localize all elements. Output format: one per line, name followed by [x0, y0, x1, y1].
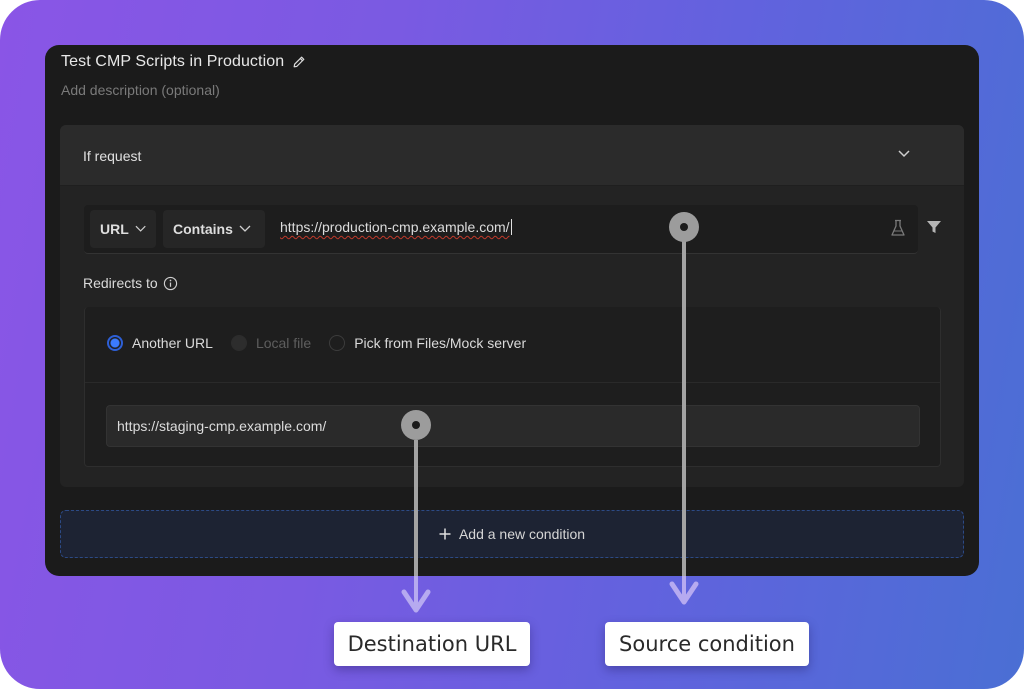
source-pointer-head — [669, 212, 699, 242]
source-pointer-line — [682, 240, 686, 576]
rule-editor-panel: Test CMP Scripts in Production Add descr… — [45, 45, 979, 576]
description-input[interactable]: Add description (optional) — [61, 82, 220, 98]
destination-pointer-line — [414, 440, 418, 576]
radio-label: Local file — [255, 335, 312, 351]
match-operator-value: Contains — [173, 221, 233, 237]
radio-pick-from-files[interactable]: Pick from Files/Mock server — [329, 335, 526, 351]
plus-icon — [439, 528, 451, 540]
beaker-icon[interactable] — [890, 219, 906, 237]
radio-local-file[interactable]: Local file — [230, 335, 312, 351]
radio-label: Pick from Files/Mock server — [354, 335, 527, 351]
arrow-down-icon — [669, 580, 699, 605]
redirects-to-text: Redirects to — [83, 275, 158, 291]
info-icon[interactable] — [163, 276, 178, 291]
source-url-input[interactable]: https://production-cmp.example.com/ — [280, 219, 512, 235]
if-request-label: If request — [83, 148, 142, 164]
rule-title-row: Test CMP Scripts in Production — [61, 53, 306, 71]
match-field-select[interactable]: URL — [90, 210, 156, 248]
radio-button-checked[interactable] — [107, 335, 123, 351]
destination-pointer-head — [401, 410, 431, 440]
text-caret — [510, 219, 512, 235]
arrow-down-icon — [401, 588, 431, 613]
pencil-icon[interactable] — [292, 55, 306, 69]
radio-button-disabled[interactable] — [230, 335, 247, 351]
radio-another-url[interactable]: Another URL — [107, 335, 213, 351]
add-condition-button[interactable]: Add a new condition — [60, 510, 964, 558]
match-field-value: URL — [100, 221, 129, 237]
filter-icon[interactable] — [926, 219, 942, 235]
source-condition-row: URL Contains https://production-cmp.exam… — [84, 205, 918, 254]
chevron-down-icon[interactable] — [898, 149, 910, 159]
redirect-type-radio-group: Another URL Local file Pick from Files/M… — [107, 335, 544, 351]
chevron-down-icon — [135, 225, 146, 232]
condition-card: If request URL Contains https://producti… — [60, 125, 964, 487]
destination-url-callout: Destination URL — [334, 622, 530, 666]
source-url-value: https://production-cmp.example.com/ — [280, 219, 510, 235]
source-condition-callout: Source condition — [605, 622, 809, 666]
divider — [85, 382, 940, 383]
radio-label: Another URL — [132, 335, 213, 351]
pointer-dot — [412, 421, 420, 429]
destination-url-input[interactable]: https://staging-cmp.example.com/ — [106, 405, 920, 447]
match-operator-select[interactable]: Contains — [163, 210, 265, 248]
if-request-header[interactable]: If request — [60, 125, 964, 186]
redirect-options-box: Another URL Local file Pick from Files/M… — [84, 307, 941, 467]
chevron-down-icon — [239, 225, 251, 232]
add-condition-label: Add a new condition — [458, 526, 586, 542]
rule-title[interactable]: Test CMP Scripts in Production — [61, 53, 284, 71]
pointer-dot — [680, 223, 688, 231]
radio-button[interactable] — [329, 335, 346, 351]
redirects-to-label: Redirects to — [83, 275, 178, 291]
